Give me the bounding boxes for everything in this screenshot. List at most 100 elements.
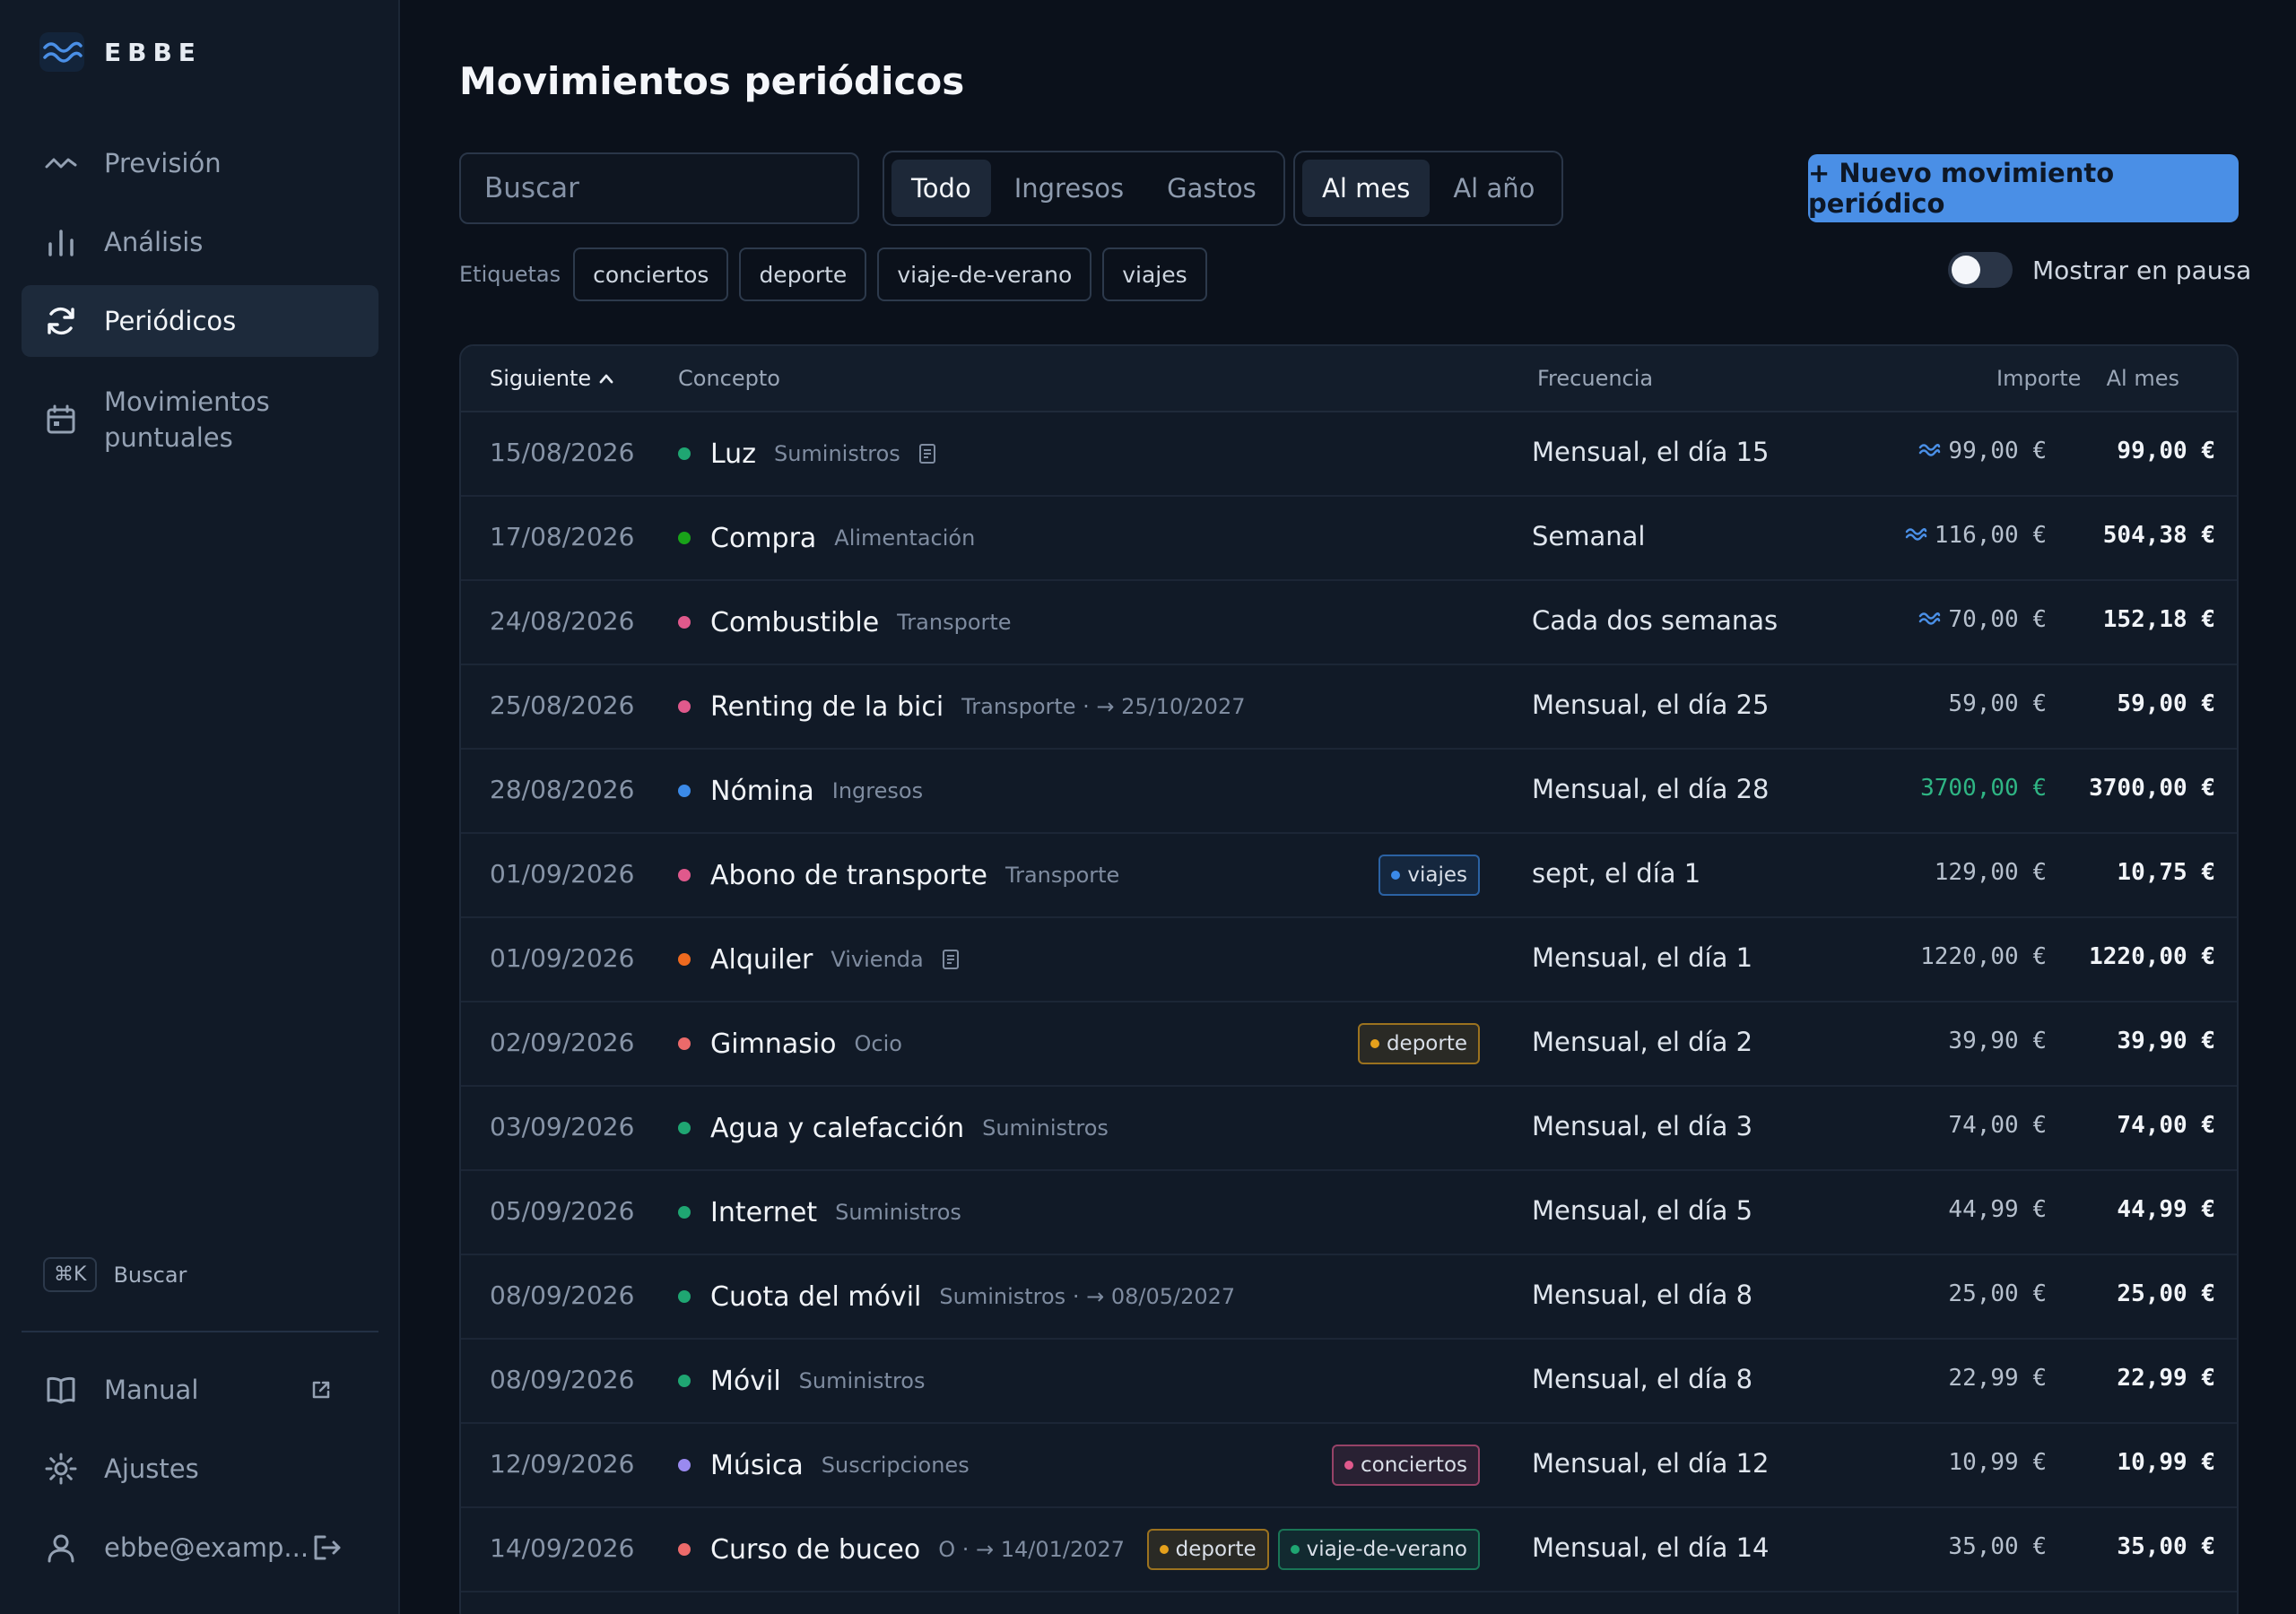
type-filter-ingresos[interactable]: Ingresos bbox=[995, 160, 1144, 217]
tag-dot bbox=[1344, 1461, 1353, 1470]
table-row[interactable]: 25/08/2026 Renting de la bici Transporte ·… bbox=[461, 665, 2237, 750]
category-dot bbox=[678, 1037, 691, 1050]
table-row[interactable]: 15/08/2026 Luz Suministros Mensual, el día … bbox=[461, 412, 2237, 497]
external-link-icon bbox=[312, 1381, 330, 1399]
sidebar-item-prevision[interactable]: Previsión bbox=[22, 127, 378, 199]
column-header-monthly[interactable]: Al mes bbox=[2107, 366, 2179, 391]
command-search[interactable]: ⌘K Buscar bbox=[43, 1257, 187, 1292]
logout-icon[interactable] bbox=[310, 1532, 343, 1564]
sidebar-item-analisis[interactable]: Análisis bbox=[22, 206, 378, 278]
main-content: Movimientos periódicos Todo Ingresos Gas… bbox=[400, 0, 2296, 1614]
tag-pill-label: deporte bbox=[1175, 1538, 1257, 1561]
column-header-concept[interactable]: Concepto bbox=[678, 366, 780, 391]
table-row[interactable]: 05/09/2026 Internet Suministros Mensual, el… bbox=[461, 1171, 2237, 1255]
amount-value: 22,99 € bbox=[1948, 1365, 2047, 1392]
show-paused-label: Mostrar en pausa bbox=[2032, 255, 2252, 285]
concept-cell: Abono de transporte Transporte bbox=[678, 855, 1119, 895]
tag-pill[interactable]: deporte bbox=[1146, 1529, 1269, 1570]
concept-category: Suministros bbox=[798, 1368, 926, 1393]
row-tags: conciertos bbox=[1331, 1445, 1480, 1486]
monthly-amount: 44,99 € bbox=[2117, 1196, 2215, 1223]
approximate-icon bbox=[1918, 606, 1941, 633]
tag-pill-label: deporte bbox=[1386, 1032, 1467, 1055]
tags-filter: Etiquetas conciertos deporte viaje-de-ve… bbox=[459, 247, 1207, 301]
new-recurring-button[interactable]: + Nuevo movimiento periódico bbox=[1808, 154, 2239, 222]
monthly-amount: 10,99 € bbox=[2117, 1449, 2215, 1476]
type-filter-todo[interactable]: Todo bbox=[891, 160, 991, 217]
sidebar-item-label: Ajustes bbox=[104, 1453, 199, 1484]
amount: 25,00 € bbox=[1948, 1280, 2047, 1307]
tag-pill[interactable]: conciertos bbox=[1331, 1445, 1480, 1486]
row-tags: viajes bbox=[1378, 855, 1480, 896]
amount-value: 35,00 € bbox=[1948, 1533, 2047, 1560]
row-tags: deporte viaje-de-verano bbox=[1146, 1529, 1480, 1570]
next-date: 02/09/2026 bbox=[490, 1028, 635, 1057]
sidebar-divider bbox=[22, 1331, 378, 1332]
frequency: Mensual, el día 8 bbox=[1532, 1280, 1753, 1310]
amount: 1220,00 € bbox=[1920, 943, 2047, 970]
sidebar-item-user[interactable]: ebbe@examp... bbox=[22, 1512, 378, 1584]
period-filter-year[interactable]: Al año bbox=[1433, 160, 1554, 217]
frequency: Mensual, el día 1 bbox=[1532, 942, 1753, 973]
frequency: Cada dos semanas bbox=[1532, 605, 1779, 636]
period-filter-month[interactable]: Al mes bbox=[1302, 160, 1431, 217]
brand[interactable]: EBBE bbox=[39, 32, 202, 72]
amount: 116,00 € bbox=[1904, 522, 2047, 549]
amount-value: 10,99 € bbox=[1948, 1449, 2047, 1476]
concept-name: Gimnasio bbox=[710, 1028, 837, 1060]
show-paused-toggle[interactable] bbox=[1948, 252, 2013, 288]
concept-cell: Música Suscripciones bbox=[678, 1445, 970, 1485]
table-row[interactable]: 08/09/2026 Móvil Suministros Mensual, el dí… bbox=[461, 1340, 2237, 1424]
table-row[interactable]: 24/08/2026 Combustible Transporte Cada dos … bbox=[461, 581, 2237, 665]
tag-chip-viaje-de-verano[interactable]: viaje-de-verano bbox=[877, 247, 1092, 301]
concept-cell: Internet Suministros bbox=[678, 1193, 961, 1232]
search-input[interactable] bbox=[459, 152, 859, 224]
concept-name: Nómina bbox=[710, 775, 814, 807]
app: EBBE Previsión Análisis Periódicos Movim… bbox=[0, 0, 2296, 1614]
table-row[interactable]: 12/09/2026 Música Suscripciones conciertos M… bbox=[461, 1424, 2237, 1508]
column-header-next[interactable]: Siguiente bbox=[490, 366, 614, 391]
table-row[interactable]: 03/09/2026 Agua y calefacción Suministros M… bbox=[461, 1087, 2237, 1171]
category-dot bbox=[678, 1543, 691, 1556]
table-row[interactable]: 14/09/2026 Curso de buceo O · → 14/01/2027… bbox=[461, 1508, 2237, 1592]
tag-pill[interactable]: deporte bbox=[1357, 1023, 1480, 1064]
sidebar-item-ajustes[interactable]: Ajustes bbox=[22, 1433, 378, 1505]
category-dot bbox=[678, 1375, 691, 1387]
row-tags: deporte bbox=[1357, 1023, 1480, 1064]
column-header-frequency[interactable]: Frecuencia bbox=[1537, 366, 1653, 391]
column-header-amount[interactable]: Importe bbox=[1996, 366, 2081, 391]
next-date: 17/08/2026 bbox=[490, 522, 635, 551]
sidebar-item-manual[interactable]: Manual bbox=[22, 1354, 378, 1426]
concept-name: Alquiler bbox=[710, 943, 813, 976]
tag-pill[interactable]: viaje-de-verano bbox=[1277, 1529, 1480, 1570]
frequency: Mensual, el día 3 bbox=[1532, 1111, 1753, 1141]
category-dot bbox=[678, 1290, 691, 1303]
amount-value: 116,00 € bbox=[1934, 522, 2047, 549]
next-date: 24/08/2026 bbox=[490, 606, 635, 636]
tag-dot bbox=[1290, 1545, 1300, 1554]
frequency: Mensual, el día 25 bbox=[1532, 690, 1770, 720]
tag-chip-viajes[interactable]: viajes bbox=[1102, 247, 1207, 301]
concept-cell: Agua y calefacción Suministros bbox=[678, 1108, 1109, 1148]
tag-pill[interactable]: viajes bbox=[1378, 855, 1480, 896]
table-row[interactable]: 02/09/2026 Gimnasio Ocio deporte Mensual, el… bbox=[461, 1002, 2237, 1087]
concept-cell: Gimnasio Ocio bbox=[678, 1024, 902, 1063]
tag-chip-deporte[interactable]: deporte bbox=[739, 247, 867, 301]
concept-cell: Renting de la bici Transporte · → 25/10/2… bbox=[678, 687, 1246, 726]
type-filter-gastos[interactable]: Gastos bbox=[1147, 160, 1276, 217]
sidebar-item-periodicos[interactable]: Periódicos bbox=[22, 285, 378, 357]
next-date: 01/09/2026 bbox=[490, 859, 635, 889]
monthly-amount: 39,90 € bbox=[2117, 1028, 2215, 1054]
table-row[interactable]: 28/08/2026 Nómina Ingresos Mensual, el día … bbox=[461, 750, 2237, 834]
sidebar-item-movimientos-puntuales[interactable]: Movimientos puntuales bbox=[22, 375, 378, 464]
table-row[interactable]: 01/09/2026 Abono de transporte Transporte v… bbox=[461, 834, 2237, 918]
table-row[interactable]: 17/08/2026 Compra Alimentación Semanal 116,0… bbox=[461, 497, 2237, 581]
amount: 99,00 € bbox=[1918, 438, 2047, 464]
concept-category: Ocio bbox=[854, 1031, 902, 1056]
amount: 3700,00 € bbox=[1920, 775, 2047, 802]
monthly-amount: 74,00 € bbox=[2117, 1112, 2215, 1139]
table-row[interactable]: 01/09/2026 Alquiler Vivienda Mensual, el dí… bbox=[461, 918, 2237, 1002]
tag-chip-conciertos[interactable]: conciertos bbox=[573, 247, 729, 301]
table-row[interactable]: 08/09/2026 Cuota del móvil Suministros · →… bbox=[461, 1255, 2237, 1340]
amount-value: 70,00 € bbox=[1948, 606, 2047, 633]
